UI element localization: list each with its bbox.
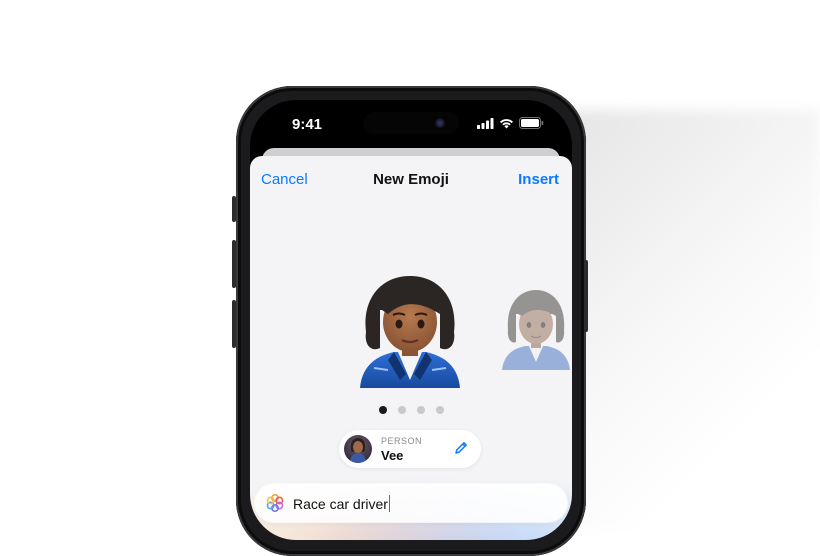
page-dot[interactable] [378,406,387,414]
carousel-page-indicator[interactable] [250,406,572,414]
emoji-prompt-input[interactable]: Race car driver [255,484,567,522]
dynamic-island [363,112,459,134]
volume-up-button [232,240,236,288]
phone-screen: 9:41 Cancel New Emoji Insert PERSON Race… [250,100,572,540]
page-dot[interactable] [416,406,425,414]
page-dot[interactable] [435,406,444,414]
page-dot[interactable] [397,406,406,414]
next-emoji-preview[interactable] [500,286,572,370]
new-emoji-sheet: Cancel New Emoji Insert PERSON Race car … [250,156,572,540]
status-icons [477,117,544,129]
prompt-text[interactable]: Race car driver [293,495,391,512]
insert-button[interactable]: Insert [518,171,559,188]
person-caption: PERSON [381,436,423,446]
text-cursor [388,495,391,512]
wifi-icon [500,118,513,128]
prompt-value: Race car driver [293,496,388,512]
image-playground-icon [266,493,284,513]
volume-down-button [232,300,236,348]
background-shadow [560,110,820,530]
front-camera-icon [435,118,445,128]
generated-emoji[interactable] [354,270,466,388]
pencil-icon[interactable] [453,440,469,456]
action-button [232,196,236,222]
power-button [584,260,588,332]
status-time: 9:41 [292,116,323,133]
battery-icon [519,117,544,129]
cellular-signal-icon [477,117,494,129]
